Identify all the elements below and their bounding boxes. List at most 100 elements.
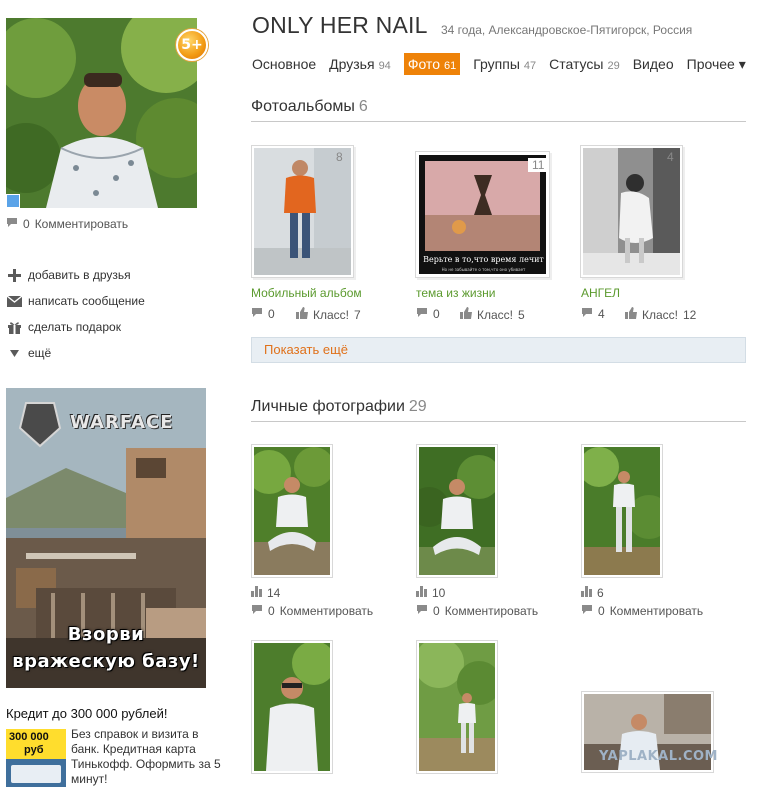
avatar-comment-link[interactable]: 0 Комментировать [6, 217, 128, 231]
album-comments[interactable]: 0 [416, 307, 440, 321]
comment-icon [581, 307, 593, 321]
credit-card-amount: 300 000 [9, 731, 49, 743]
profile-actions: добавить в друзья написать сообщение сде… [6, 262, 206, 366]
comment-label: Комментировать [444, 604, 539, 618]
likes-label: Класс! [642, 307, 678, 322]
album-card[interactable]: 8 [251, 145, 354, 278]
credit-card-unit: руб [24, 744, 44, 756]
photo-likes[interactable]: 14 [251, 586, 280, 600]
tab-other[interactable]: Прочее ▾ [687, 53, 746, 75]
comment-icon [251, 307, 263, 321]
credit-ad-description[interactable]: Без справок и визита в банк. Кредитная к… [71, 727, 221, 787]
photo-thumbnail[interactable] [251, 444, 333, 578]
albums-count: 6 [358, 98, 368, 115]
album-likes[interactable]: Класс! 5 [460, 307, 525, 322]
comment-count: 4 [598, 307, 605, 321]
send-gift-label: сделать подарок [28, 320, 121, 334]
photo-thumbnail[interactable] [416, 640, 498, 774]
album-cover [583, 148, 680, 275]
photos-title-text: Личные фотографии [251, 398, 405, 415]
likes-label: Класс! [477, 307, 513, 322]
album-card[interactable]: Верьте в то,что время лечит Но не забыва… [415, 151, 550, 278]
likes-count: 7 [354, 307, 361, 322]
thumb-up-icon [460, 307, 472, 322]
tab-groups[interactable]: Группы 47 [473, 53, 536, 75]
tab-statuses[interactable]: Статусы 29 [549, 53, 620, 75]
photos-count: 29 [408, 398, 427, 415]
photos-section-title: Личные фотографии 29 [251, 398, 427, 416]
add-friend-label: добавить в друзья [28, 268, 131, 282]
album-likes[interactable]: Класс! 12 [625, 307, 696, 322]
show-more-button[interactable]: Показать ещё [251, 337, 746, 363]
poster-caption-1: Верьте в то,что время лечит [423, 255, 544, 264]
likes-label: Класс! [313, 307, 349, 322]
album-photo-count: 4 [667, 150, 674, 164]
age-rating-badge: 5+ [176, 29, 208, 61]
album-photo-count: 8 [336, 150, 343, 164]
comment-count: 0 [268, 307, 275, 321]
album-comments[interactable]: 0 [251, 307, 275, 321]
tab-count: 94 [378, 60, 391, 72]
tab-label: Видео [632, 56, 674, 72]
send-message-button[interactable]: написать сообщение [6, 288, 206, 314]
ad-headline-1: Взорви [67, 624, 145, 645]
tab-count: 47 [523, 60, 537, 72]
tab-label: Группы [473, 56, 520, 72]
online-status-icon [6, 194, 20, 208]
albums-title-text: Фотоальбомы [251, 98, 355, 115]
photo-likes[interactable]: 6 [581, 586, 604, 600]
tab-label: Основное [252, 56, 317, 72]
comment-icon [416, 307, 428, 321]
poster-caption-2: Но не забывайте о том,что оно убивает [441, 267, 526, 272]
likes-count: 5 [518, 307, 525, 322]
tab-label: Прочее ▾ [686, 56, 746, 72]
profile-meta: 34 года, Александровское-Пятигорск, Росс… [441, 23, 693, 37]
tab-count: 29 [607, 60, 620, 72]
tab-photos[interactable]: Фото 61 [403, 53, 461, 75]
likes-count: 14 [267, 586, 281, 600]
photo-thumbnail[interactable] [251, 640, 333, 774]
comment-label: Комментировать [609, 604, 704, 618]
watermark-text: YAPLAKAL.COM [599, 749, 718, 764]
album-comments[interactable]: 4 [581, 307, 605, 321]
albums-divider [251, 121, 746, 122]
comment-count: 0 [598, 604, 605, 618]
ad-headline-2: вражескую базу! [12, 651, 200, 672]
album-likes[interactable]: Класс! 7 [296, 307, 361, 322]
photo-thumbnail[interactable] [581, 444, 663, 578]
tab-friends[interactable]: Друзья 94 [329, 53, 391, 75]
bar-chart-icon [416, 586, 427, 600]
albums-section-title: Фотоальбомы 6 [251, 98, 368, 116]
more-actions-label: ещё [28, 346, 52, 360]
tab-video[interactable]: Видео [633, 53, 674, 75]
comment-count: 0 [268, 604, 275, 618]
comment-count: 0 [23, 217, 30, 231]
add-friend-button[interactable]: добавить в друзья [6, 262, 206, 288]
send-gift-button[interactable]: сделать подарок [6, 314, 206, 340]
album-photo-count: 11 [528, 158, 549, 172]
warface-logo: WARFACE [70, 412, 174, 433]
tab-main[interactable]: Основное [252, 53, 316, 75]
comment-label: Комментировать [34, 217, 129, 231]
comment-count: 0 [433, 604, 440, 618]
comment-icon [6, 217, 18, 231]
triangle-down-icon [6, 346, 22, 360]
tab-label: Статусы [549, 56, 604, 72]
credit-ad-title[interactable]: Кредит до 300 000 рублей! [6, 706, 167, 721]
more-actions-button[interactable]: ещё [6, 340, 206, 366]
photo-comment-link[interactable]: 0 Комментировать [416, 604, 538, 618]
envelope-icon [6, 294, 22, 308]
photo-thumbnail[interactable] [416, 444, 498, 578]
tab-count: 61 [443, 60, 457, 72]
photo-likes[interactable]: 10 [416, 586, 445, 600]
send-message-label: написать сообщение [28, 294, 145, 308]
album-title-link[interactable]: Мобильный альбом [251, 286, 362, 300]
photo-comment-link[interactable]: 0 Комментировать [581, 604, 703, 618]
album-title-link[interactable]: тема из жизни [416, 286, 495, 300]
photo-comment-link[interactable]: 0 Комментировать [251, 604, 373, 618]
album-title-link[interactable]: АНГЕЛ [581, 286, 620, 300]
comment-icon [581, 604, 593, 618]
profile-avatar[interactable] [6, 18, 197, 208]
album-card[interactable]: 4 [580, 145, 683, 278]
tab-label: Друзья [329, 56, 375, 72]
